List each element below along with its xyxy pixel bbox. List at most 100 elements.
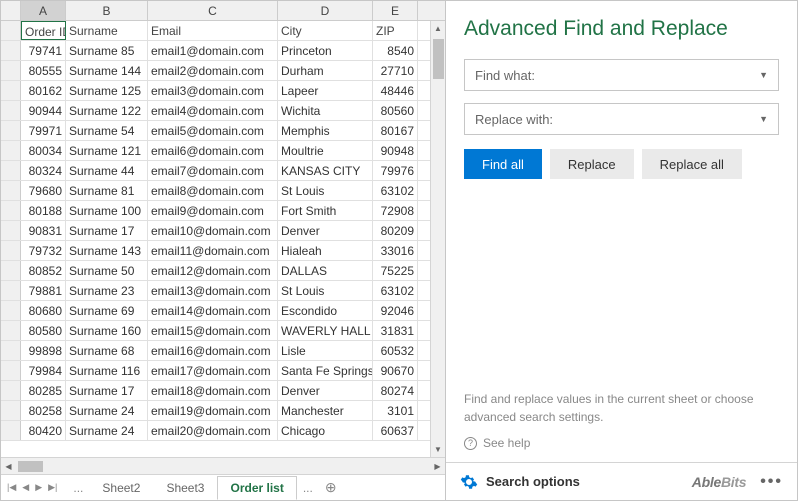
cell[interactable]: 48446 <box>373 81 418 100</box>
cell[interactable]: 80188 <box>21 201 66 220</box>
cell[interactable]: Surname 160 <box>66 321 148 340</box>
cell[interactable]: 80560 <box>373 101 418 120</box>
cell[interactable]: 79741 <box>21 41 66 60</box>
cell[interactable]: 60532 <box>373 341 418 360</box>
gear-icon[interactable] <box>460 473 478 491</box>
tab-overflow-left[interactable]: ... <box>73 481 83 495</box>
cell[interactable]: Princeton <box>278 41 373 60</box>
cell[interactable]: email17@domain.com <box>148 361 278 380</box>
cell[interactable]: 90831 <box>21 221 66 240</box>
cell[interactable]: email15@domain.com <box>148 321 278 340</box>
cell[interactable]: email13@domain.com <box>148 281 278 300</box>
cell[interactable]: 80555 <box>21 61 66 80</box>
tab-prev-icon[interactable]: ◀ <box>20 482 31 493</box>
cell[interactable]: email4@domain.com <box>148 101 278 120</box>
cell[interactable]: email20@domain.com <box>148 421 278 440</box>
vertical-scrollbar[interactable]: ▲ ▼ <box>430 21 445 457</box>
cell[interactable]: Surname 144 <box>66 61 148 80</box>
cell[interactable]: DALLAS <box>278 261 373 280</box>
cell[interactable]: Memphis <box>278 121 373 140</box>
tab-order-list[interactable]: Order list <box>217 476 296 500</box>
cell[interactable]: 8540 <box>373 41 418 60</box>
tab-first-icon[interactable]: |◀ <box>5 482 18 493</box>
cell[interactable]: 63102 <box>373 181 418 200</box>
chevron-down-icon[interactable]: ▼ <box>759 70 768 80</box>
cell[interactable]: St Louis <box>278 281 373 300</box>
header-cell[interactable]: City <box>278 21 373 40</box>
cell[interactable]: Surname 50 <box>66 261 148 280</box>
col-header-B[interactable]: B <box>66 1 148 20</box>
cell[interactable]: 90670 <box>373 361 418 380</box>
cell[interactable]: 80852 <box>21 261 66 280</box>
add-sheet-icon[interactable]: ⊕ <box>325 479 337 496</box>
scroll-thumb[interactable] <box>433 39 444 79</box>
cell[interactable]: 75225 <box>373 261 418 280</box>
more-icon[interactable]: ••• <box>760 473 783 491</box>
cell[interactable]: email6@domain.com <box>148 141 278 160</box>
cell[interactable]: 79984 <box>21 361 66 380</box>
tab-overflow-right[interactable]: ... <box>303 481 313 495</box>
cell[interactable]: email2@domain.com <box>148 61 278 80</box>
select-all-corner[interactable] <box>1 1 21 20</box>
cell[interactable]: 80580 <box>21 321 66 340</box>
cell[interactable]: 31831 <box>373 321 418 340</box>
scroll-right-icon[interactable]: ▶ <box>430 462 445 471</box>
tab-last-icon[interactable]: ▶| <box>46 482 59 493</box>
help-link[interactable]: ? See help <box>464 436 779 450</box>
cell[interactable]: St Louis <box>278 181 373 200</box>
chevron-down-icon[interactable]: ▼ <box>759 114 768 124</box>
cell[interactable]: 79881 <box>21 281 66 300</box>
col-header-A[interactable]: A <box>21 1 66 20</box>
scroll-down-icon[interactable]: ▼ <box>431 442 445 457</box>
cell[interactable]: Surname 24 <box>66 401 148 420</box>
cell[interactable]: Durham <box>278 61 373 80</box>
cell[interactable]: WAVERLY HALL <box>278 321 373 340</box>
tab-sheet3[interactable]: Sheet3 <box>153 476 217 500</box>
cell[interactable]: Surname 125 <box>66 81 148 100</box>
cell[interactable]: Surname 17 <box>66 221 148 240</box>
cell[interactable]: 80420 <box>21 421 66 440</box>
cell[interactable]: Surname 68 <box>66 341 148 360</box>
cell[interactable]: 79976 <box>373 161 418 180</box>
cell[interactable]: 99898 <box>21 341 66 360</box>
cell[interactable]: Denver <box>278 221 373 240</box>
cell[interactable]: 90944 <box>21 101 66 120</box>
search-options-button[interactable]: Search options <box>486 474 580 489</box>
cell[interactable]: email10@domain.com <box>148 221 278 240</box>
cell[interactable]: Surname 54 <box>66 121 148 140</box>
cell[interactable]: KANSAS CITY <box>278 161 373 180</box>
cell[interactable]: 72908 <box>373 201 418 220</box>
cell[interactable]: Chicago <box>278 421 373 440</box>
scroll-up-icon[interactable]: ▲ <box>431 21 445 36</box>
cell[interactable]: email3@domain.com <box>148 81 278 100</box>
cell[interactable]: 80680 <box>21 301 66 320</box>
cell[interactable]: 80167 <box>373 121 418 140</box>
header-cell[interactable]: Email <box>148 21 278 40</box>
cell[interactable]: 80274 <box>373 381 418 400</box>
header-cell[interactable]: Order ID <box>21 21 66 40</box>
replace-all-button[interactable]: Replace all <box>642 149 742 179</box>
cell[interactable]: 80034 <box>21 141 66 160</box>
cell[interactable]: Surname 24 <box>66 421 148 440</box>
cell[interactable]: 80162 <box>21 81 66 100</box>
cell[interactable]: Escondido <box>278 301 373 320</box>
scroll-left-icon[interactable]: ◀ <box>1 462 16 471</box>
cell[interactable]: Surname 17 <box>66 381 148 400</box>
cell[interactable]: email18@domain.com <box>148 381 278 400</box>
cell[interactable]: Surname 44 <box>66 161 148 180</box>
replace-button[interactable]: Replace <box>550 149 634 179</box>
cell[interactable]: Moultrie <box>278 141 373 160</box>
cell[interactable]: Hialeah <box>278 241 373 260</box>
cell[interactable]: 63102 <box>373 281 418 300</box>
header-cell[interactable]: ZIP <box>373 21 418 40</box>
cell[interactable]: Surname 81 <box>66 181 148 200</box>
col-header-E[interactable]: E <box>373 1 418 20</box>
cell[interactable]: Denver <box>278 381 373 400</box>
cell[interactable]: Surname 85 <box>66 41 148 60</box>
cell[interactable]: email16@domain.com <box>148 341 278 360</box>
cell[interactable]: email5@domain.com <box>148 121 278 140</box>
header-cell[interactable]: Surname <box>66 21 148 40</box>
cell[interactable]: Lisle <box>278 341 373 360</box>
cell[interactable]: 92046 <box>373 301 418 320</box>
find-all-button[interactable]: Find all <box>464 149 542 179</box>
